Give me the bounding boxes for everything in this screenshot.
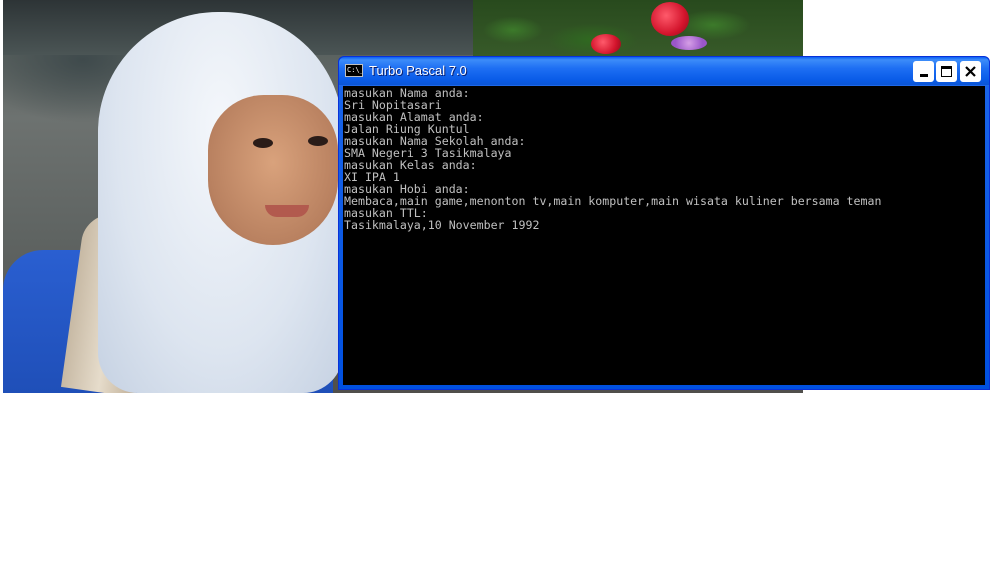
photo-red-flower	[591, 34, 621, 54]
photo-face	[208, 95, 338, 245]
console-output[interactable]: masukan Nama anda: Sri Nopitasari masuka…	[343, 86, 985, 385]
console-icon[interactable]: C:\_	[345, 64, 363, 77]
console-line: masukan Kelas anda:	[344, 158, 477, 172]
photo-eye	[308, 136, 328, 146]
photo-eye	[253, 138, 273, 148]
maximize-button[interactable]	[936, 61, 957, 82]
minimize-icon	[919, 74, 928, 77]
console-lines: masukan Nama anda: Sri Nopitasari masuka…	[344, 87, 881, 231]
photo-smile	[265, 205, 309, 217]
close-button[interactable]	[960, 61, 981, 82]
close-icon	[965, 66, 976, 77]
window-title: Turbo Pascal 7.0	[369, 63, 467, 78]
turbo-pascal-window[interactable]: C:\_ Turbo Pascal 7.0 masukan Nama anda:…	[338, 56, 990, 390]
title-bar[interactable]: C:\_ Turbo Pascal 7.0	[339, 57, 989, 85]
console-line: Tasikmalaya,10 November 1992	[344, 218, 540, 232]
maximize-icon	[941, 66, 952, 77]
photo-red-flower	[651, 2, 689, 36]
photo-purple-flower	[671, 36, 707, 50]
minimize-button[interactable]	[913, 61, 934, 82]
